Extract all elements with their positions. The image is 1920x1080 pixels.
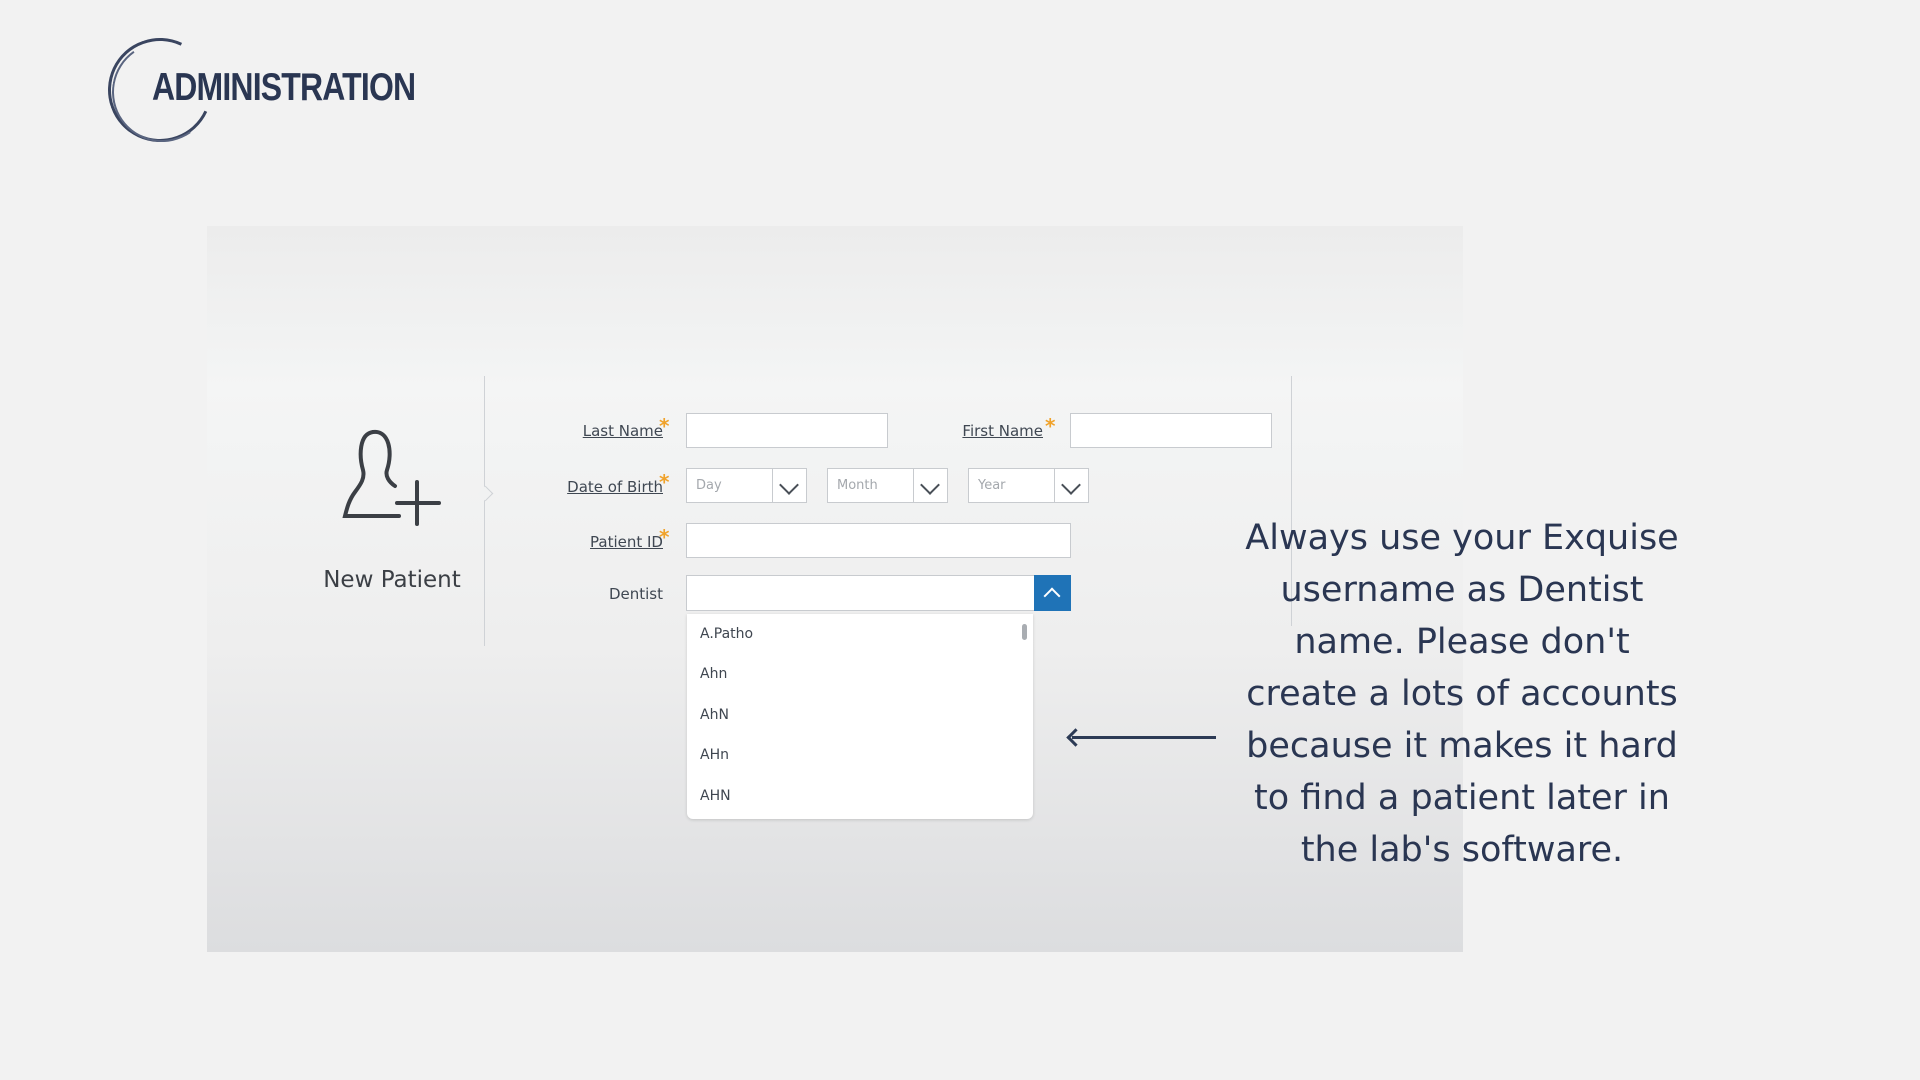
dentist-label: Dentist [608, 585, 663, 603]
day-placeholder: Day [696, 478, 722, 493]
dentist-dropdown-list[interactable]: A.Patho Ahn AhN AHn AHN [687, 614, 1033, 819]
dob-required: * [659, 470, 670, 494]
dentist-combobox-input[interactable] [686, 575, 1035, 611]
dentist-option[interactable]: AHN [700, 788, 731, 804]
dentist-dropdown-button[interactable] [1034, 575, 1071, 611]
add-user-icon[interactable] [337, 422, 447, 532]
year-dropdown-button[interactable] [1054, 469, 1088, 502]
dob-label: Date of Birth [567, 478, 663, 496]
dentist-option[interactable]: AHn [700, 747, 729, 763]
dob-year-select[interactable]: Year [968, 468, 1089, 503]
dentist-option[interactable]: AhN [700, 707, 729, 723]
first-name-required: * [1045, 414, 1056, 438]
last-name-required: * [659, 414, 670, 438]
logo-title: ADMINISTRATION [152, 66, 416, 109]
first-name-label: First Name [962, 422, 1043, 440]
chevron-down-icon [920, 475, 940, 495]
chevron-down-icon [1061, 475, 1081, 495]
dropdown-scrollbar[interactable] [1022, 624, 1027, 640]
month-placeholder: Month [837, 478, 878, 493]
last-name-input[interactable] [686, 413, 888, 448]
patient-id-required: * [659, 525, 670, 549]
dentist-option[interactable]: Ahn [700, 666, 727, 682]
last-name-label: Last Name [582, 422, 663, 440]
chevron-up-icon [1043, 587, 1061, 605]
patient-id-label: Patient ID [590, 533, 663, 551]
dob-month-select[interactable]: Month [827, 468, 948, 503]
month-dropdown-button[interactable] [913, 469, 947, 502]
panel-divider-left [484, 376, 485, 646]
dentist-option[interactable]: A.Patho [700, 626, 753, 642]
year-placeholder: Year [978, 478, 1006, 493]
new-patient-label: New Patient [323, 567, 461, 593]
chevron-down-icon [779, 475, 799, 495]
annotation-note: Always use your Exquise username as Dent… [1245, 518, 1679, 870]
patient-id-input[interactable] [686, 523, 1071, 558]
dob-day-select[interactable]: Day [686, 468, 807, 503]
slide: ADMINISTRATION New Patient Last Name * F… [0, 0, 1920, 1080]
first-name-input[interactable] [1070, 413, 1272, 448]
day-dropdown-button[interactable] [772, 469, 806, 502]
annotation-arrow-line [1072, 736, 1216, 739]
